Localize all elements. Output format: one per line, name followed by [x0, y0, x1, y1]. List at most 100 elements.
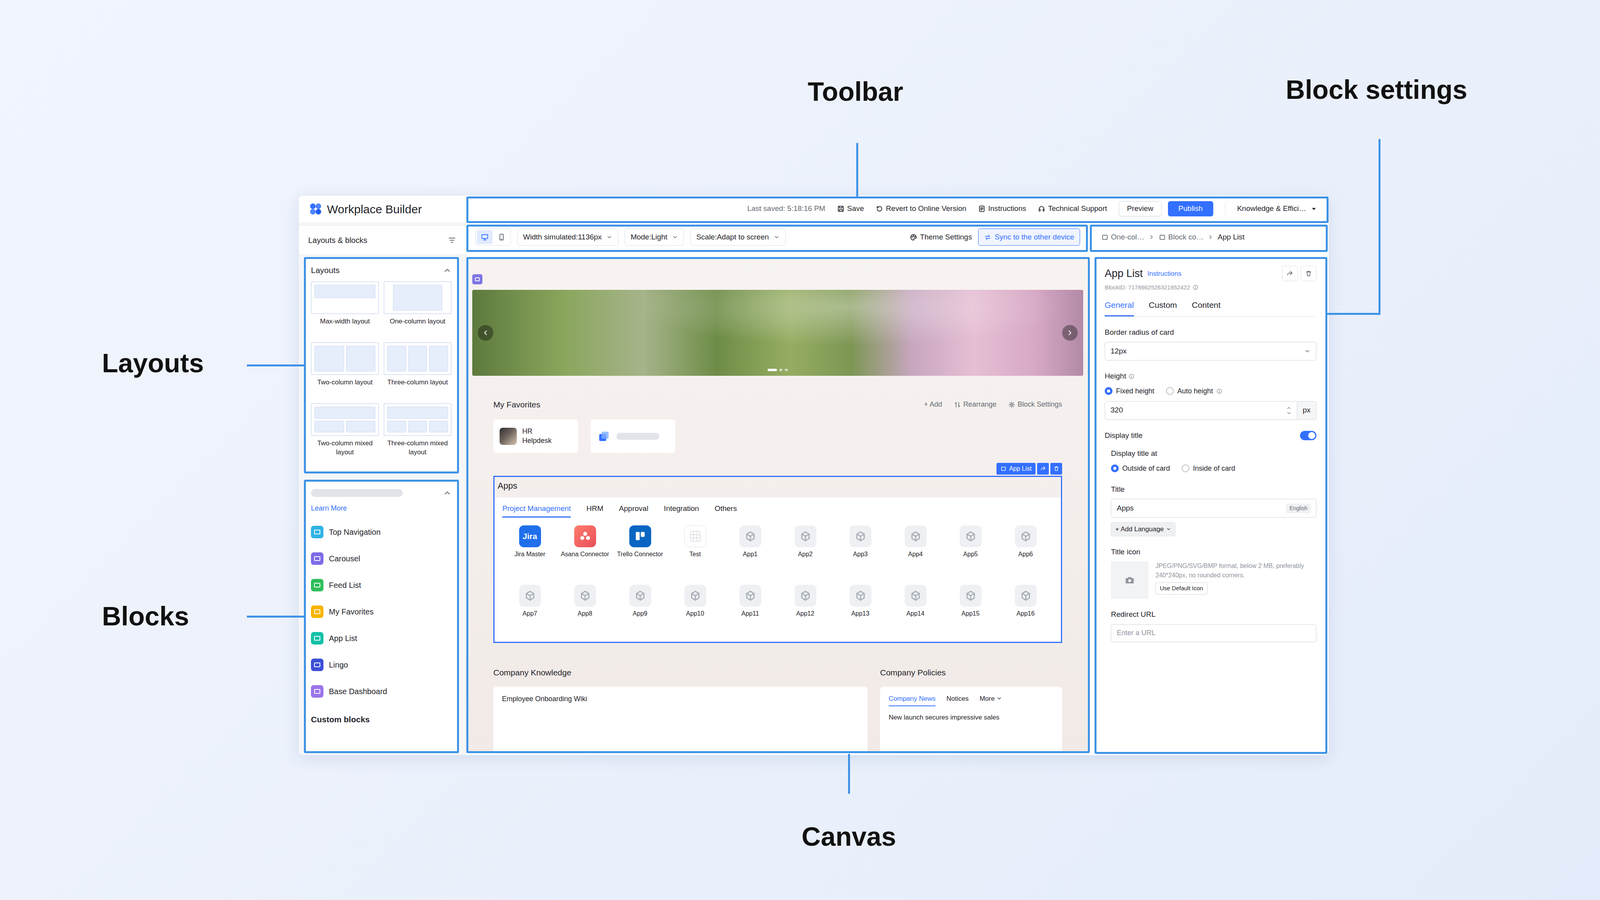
block-item[interactable]: Base Dashboard — [310, 678, 452, 705]
carousel-prev-button[interactable] — [477, 325, 494, 341]
app-item[interactable]: App16 — [998, 584, 1054, 636]
device-button[interactable] — [493, 230, 510, 245]
carousel-dot[interactable] — [767, 368, 777, 372]
learn-more-link[interactable]: Learn More — [310, 503, 347, 514]
radio-button[interactable] — [1104, 387, 1113, 395]
category-tab[interactable]: Integration — [664, 503, 700, 518]
app-item[interactable]: App10 — [667, 584, 723, 636]
border-radius-select[interactable]: 12px — [1104, 341, 1317, 361]
app-item[interactable]: App12 — [777, 584, 833, 636]
app-item[interactable]: App13 — [832, 584, 888, 636]
app-item[interactable]: App8 — [557, 584, 613, 636]
redirect-url-input[interactable] — [1110, 624, 1317, 643]
favorite-card[interactable]: HR Helpdesk — [493, 419, 579, 454]
sync-button[interactable]: Sync to the other device — [978, 228, 1081, 247]
category-tab[interactable]: Approval — [619, 503, 649, 518]
app-list-block[interactable]: App ListAppsProject ManagementHRMApprova… — [493, 475, 1063, 644]
settings-tab[interactable]: Content — [1191, 298, 1221, 317]
app-item[interactable]: App9 — [612, 584, 668, 636]
publish-button[interactable]: Publish — [1167, 201, 1214, 217]
settings-tab[interactable]: General — [1104, 298, 1134, 317]
radio-option[interactable]: Outside of card — [1110, 463, 1170, 474]
settings-tab[interactable]: Custom — [1148, 298, 1177, 317]
knowledge-item[interactable]: Employee Onboarding Wiki — [501, 693, 859, 705]
layouts-header[interactable]: Layouts — [310, 262, 452, 279]
radio-button[interactable] — [1110, 464, 1119, 473]
header-action[interactable]: Instructions — [978, 203, 1027, 215]
header-action[interactable]: Technical Support — [1037, 203, 1108, 215]
app-item[interactable]: Test — [667, 525, 723, 577]
layout-item[interactable]: Three-column mixed layout — [383, 403, 452, 458]
breadcrumb-item[interactable]: One-col… — [1101, 231, 1145, 243]
block-item[interactable]: Carousel — [310, 545, 452, 572]
breadcrumb-item[interactable]: Block co… — [1158, 231, 1204, 243]
header-action[interactable]: Revert to Online Version — [875, 203, 967, 215]
delete-button[interactable] — [1050, 462, 1063, 475]
theme-settings-button[interactable]: Theme Settings — [909, 231, 972, 243]
radio-button[interactable] — [1166, 387, 1174, 395]
news-item[interactable]: New launch secures impressive sales — [888, 712, 1054, 723]
app-item[interactable]: App2 — [777, 525, 833, 577]
icon-upload-box[interactable] — [1110, 561, 1149, 599]
block-item[interactable]: My Favorites — [310, 598, 452, 625]
block-item[interactable]: App List — [310, 625, 452, 652]
preview-button[interactable]: Preview — [1118, 201, 1162, 217]
workspace-selector[interactable]: Knowledge & Effici… — [1237, 203, 1318, 215]
share-button[interactable] — [1037, 462, 1049, 475]
app-item[interactable]: JiraJira Master — [502, 525, 558, 577]
app-item[interactable]: Asana Connector — [557, 525, 613, 577]
block-item[interactable]: Lingo — [310, 651, 452, 679]
app-item[interactable]: App11 — [722, 584, 778, 636]
carousel-next-button[interactable] — [1062, 325, 1078, 341]
app-item[interactable]: App1 — [722, 525, 778, 577]
block-item[interactable]: Top Navigation — [310, 518, 452, 546]
layout-item[interactable]: One-column layout — [383, 281, 452, 336]
favorites-action[interactable]: Rearrange — [953, 399, 997, 410]
block-tag[interactable]: App List — [996, 462, 1036, 475]
height-value-field[interactable]: 320 — [1104, 401, 1298, 420]
radio-option[interactable]: Fixed height — [1104, 385, 1155, 397]
add-language-button[interactable]: + Add Language — [1110, 522, 1176, 537]
display-title-switch[interactable] — [1300, 430, 1317, 441]
delete-button[interactable] — [1300, 265, 1317, 282]
policy-tab[interactable]: Company News — [888, 693, 936, 707]
category-tab[interactable]: HRM — [586, 503, 604, 518]
layout-item[interactable]: Three-column layout — [383, 342, 452, 397]
block-item[interactable]: Feed List — [310, 571, 452, 599]
layout-item[interactable]: Two-column mixed layout — [310, 403, 379, 458]
app-item[interactable]: App15 — [942, 584, 999, 636]
radio-option[interactable]: Inside of card — [1181, 463, 1236, 474]
favorites-action[interactable]: Block Settings — [1008, 399, 1063, 410]
category-tab[interactable]: Project Management — [502, 503, 571, 518]
number-spinner[interactable] — [1286, 405, 1292, 416]
category-tab[interactable]: Others — [714, 503, 737, 518]
radio-button[interactable] — [1181, 464, 1190, 473]
app-item[interactable]: App3 — [832, 525, 888, 577]
use-default-icon-button[interactable]: Use Default Icon — [1155, 582, 1208, 595]
app-item[interactable]: App5 — [942, 525, 999, 577]
app-item[interactable]: App4 — [887, 525, 943, 577]
share-button[interactable] — [1282, 265, 1298, 282]
app-item[interactable]: Trello Connector — [612, 525, 668, 577]
header-action[interactable]: Save — [837, 203, 865, 215]
toolbar-select[interactable]: Width simulated:1136px — [517, 228, 619, 247]
layout-item[interactable]: Two-column layout — [310, 342, 379, 397]
favorite-card[interactable] — [590, 419, 676, 454]
layout-item[interactable]: Max-width layout — [310, 281, 379, 336]
blocks-header[interactable] — [310, 485, 452, 501]
carousel-dot[interactable] — [784, 368, 788, 372]
carousel-dot[interactable] — [779, 368, 783, 372]
toolbar-select[interactable]: Mode:Light — [624, 228, 684, 247]
favorites-action[interactable]: + Add — [923, 399, 943, 410]
radio-option[interactable]: Auto height — [1166, 385, 1223, 397]
app-item[interactable]: App7 — [502, 584, 558, 636]
device-button[interactable] — [476, 230, 493, 245]
breadcrumb-item[interactable]: App List — [1217, 231, 1245, 243]
title-input[interactable]: AppsEnglish — [1110, 498, 1317, 518]
instructions-link[interactable]: Instructions — [1147, 268, 1182, 279]
policy-tab[interactable]: Notices — [946, 693, 969, 707]
app-item[interactable]: App6 — [998, 525, 1054, 577]
app-item[interactable]: App14 — [887, 584, 943, 636]
policy-tab[interactable]: More — [979, 693, 1003, 707]
toolbar-select[interactable]: Scale:Adapt to screen — [690, 228, 786, 247]
